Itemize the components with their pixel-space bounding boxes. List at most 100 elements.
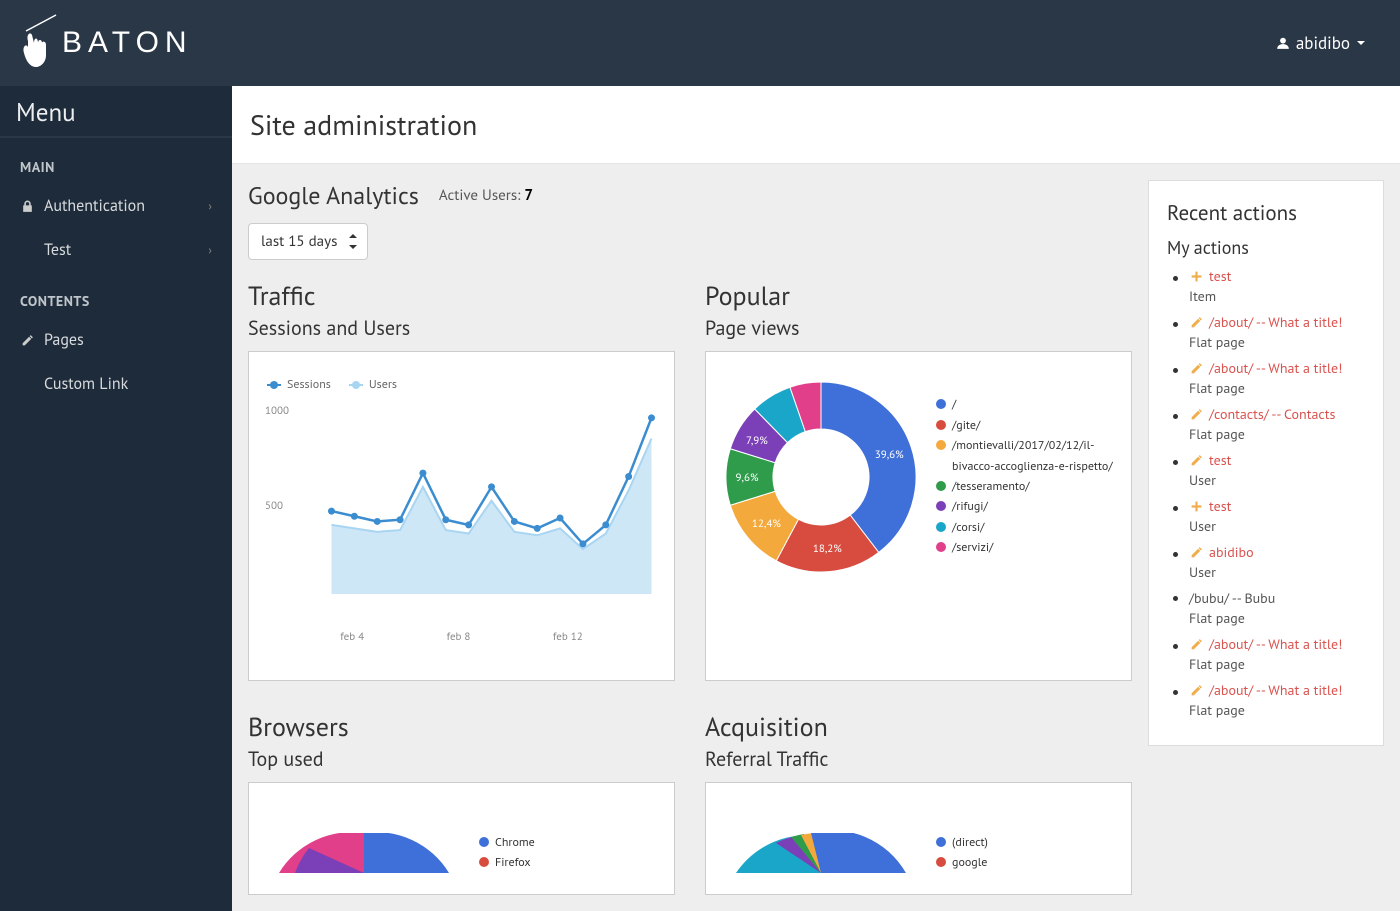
legend-item[interactable]: Users: [349, 377, 397, 392]
action-sublabel: Flat page: [1189, 425, 1365, 443]
chevron-right-icon: ›: [208, 243, 212, 258]
action-link[interactable]: abidibo: [1189, 543, 1365, 561]
recent-action-item: abidibo User: [1189, 543, 1365, 581]
recent-title: Recent actions: [1167, 199, 1365, 226]
action-link[interactable]: /about/ -- What a title!: [1189, 359, 1365, 377]
swatch-icon: [936, 481, 946, 491]
legend-item[interactable]: Chrome: [479, 833, 535, 853]
traffic-block: Traffic Sessions and Users SessionsUsers…: [248, 280, 675, 681]
recent-action-item: test Item: [1189, 267, 1365, 305]
action-sublabel: User: [1189, 471, 1365, 489]
sidebar-section-header: CONTENTS: [0, 272, 232, 318]
popular-chart: 39,6%18,2%12,4%9,6%7,9% //gite//montieva…: [705, 351, 1132, 681]
action-sublabel: Flat page: [1189, 379, 1365, 397]
pencil-icon: [1189, 315, 1203, 329]
action-link[interactable]: /about/ -- What a title!: [1189, 313, 1365, 331]
action-sublabel: User: [1189, 517, 1365, 535]
pencil-icon: [1189, 361, 1203, 375]
pencil-icon: [1189, 407, 1203, 421]
page-title: Site administration: [250, 106, 1382, 143]
user-icon: [1276, 36, 1290, 50]
popular-title: Popular: [705, 280, 1132, 313]
action-sublabel: User: [1189, 563, 1365, 581]
recent-action-item: /about/ -- What a title!Flat page: [1189, 313, 1365, 351]
legend-item[interactable]: /tesseramento/: [936, 477, 1121, 497]
sidebar-item-label: Test: [44, 240, 71, 260]
action-link[interactable]: /about/ -- What a title!: [1189, 681, 1365, 699]
swatch-icon: [936, 399, 946, 409]
sidebar-item-pages[interactable]: Pages: [0, 318, 232, 362]
xtick: feb 8: [447, 630, 471, 644]
traffic-title: Traffic: [248, 280, 675, 313]
plus-icon: [1189, 499, 1203, 513]
action-sublabel: Item: [1189, 287, 1365, 305]
legend-item[interactable]: /rifugi/: [936, 497, 1121, 517]
action-link: /bubu/ -- Bubu: [1189, 589, 1365, 607]
sidebar-section-header: MAIN: [0, 138, 232, 184]
sidebar-item-test[interactable]: Test ›: [0, 228, 232, 272]
traffic-chart: SessionsUsers 1000 500 feb 4feb 8feb 12: [248, 351, 675, 681]
legend-item[interactable]: /servizi/: [936, 538, 1121, 558]
legend-item[interactable]: google: [936, 853, 988, 873]
swatch-icon: [936, 837, 946, 847]
slice-label: 9,6%: [736, 471, 759, 485]
action-link[interactable]: /about/ -- What a title!: [1189, 635, 1365, 653]
sidebar-item-authentication[interactable]: Authentication›: [0, 184, 232, 228]
legend-item[interactable]: Sessions: [267, 377, 331, 392]
recent-subtitle: My actions: [1167, 236, 1365, 259]
pencil-icon: [20, 333, 34, 347]
legend-item[interactable]: /gite/: [936, 416, 1121, 436]
browsers-title: Browsers: [248, 711, 675, 744]
acquisition-block: Acquisition Referral Traffic: [705, 711, 1132, 895]
ytick: 1000: [265, 404, 289, 418]
recent-action-item: /about/ -- What a title! Flat page: [1189, 359, 1365, 397]
swatch-icon: [479, 857, 489, 867]
plus-icon: [1189, 269, 1203, 283]
action-link[interactable]: /contacts/ -- Contacts: [1189, 405, 1365, 423]
pencil-icon: [1189, 453, 1203, 467]
action-link[interactable]: test: [1189, 451, 1365, 469]
ytick: 500: [265, 499, 283, 513]
xtick: feb 4: [340, 630, 364, 644]
legend-item[interactable]: /montievalli/2017/02/12/il-bivacco-accog…: [936, 436, 1121, 477]
browsers-chart: ChromeFirefox: [248, 782, 675, 895]
popular-subtitle: Page views: [705, 315, 1132, 341]
acquisition-title: Acquisition: [705, 711, 1132, 744]
recent-actions-panel: Recent actions My actions test Item/about…: [1148, 180, 1384, 746]
date-range-select[interactable]: last 15 days: [248, 223, 368, 260]
swatch-icon: [936, 420, 946, 430]
action-link[interactable]: test: [1189, 267, 1365, 285]
legend-item[interactable]: (direct): [936, 833, 988, 853]
acquisition-chart: (direct)google: [705, 782, 1132, 895]
blank-icon: [20, 377, 34, 391]
swatch-icon: [936, 542, 946, 552]
page-header: Site administration: [232, 86, 1400, 164]
swatch-icon: [936, 857, 946, 867]
legend-item[interactable]: /: [936, 395, 1121, 415]
action-sublabel: Flat page: [1189, 701, 1365, 719]
blank-icon: [20, 243, 34, 257]
topbar: BATON abidibo: [0, 0, 1400, 86]
swatch-icon: [936, 522, 946, 532]
action-link[interactable]: test: [1189, 497, 1365, 515]
recent-action-item: test User: [1189, 451, 1365, 489]
legend-item[interactable]: Firefox: [479, 853, 535, 873]
hand-icon: [18, 13, 58, 73]
sidebar-item-custom-link[interactable]: Custom Link: [0, 362, 232, 406]
main-content: Site administration Google Analytics Act…: [232, 86, 1400, 911]
browsers-subtitle: Top used: [248, 746, 675, 772]
pencil-icon: [1189, 545, 1203, 559]
recent-action-item: /contacts/ -- Contacts Flat page: [1189, 405, 1365, 443]
chevron-right-icon: ›: [208, 199, 212, 214]
sidebar: Menu MAINAuthentication›Test›CONTENTSPag…: [0, 86, 232, 911]
pencil-icon: [1189, 637, 1203, 651]
brand-logo[interactable]: BATON: [18, 13, 193, 73]
user-menu[interactable]: abidibo: [1276, 32, 1366, 54]
ga-title: Google Analytics: [248, 180, 419, 211]
legend-item[interactable]: /corsi/: [936, 518, 1121, 538]
action-sublabel: Flat page: [1189, 655, 1365, 673]
lock-icon: [20, 199, 34, 213]
marker-icon: [267, 380, 281, 390]
recent-action-item: /bubu/ -- BubuFlat page: [1189, 589, 1365, 627]
dashboard: Google Analytics Active Users: 7 last 15…: [248, 180, 1132, 895]
